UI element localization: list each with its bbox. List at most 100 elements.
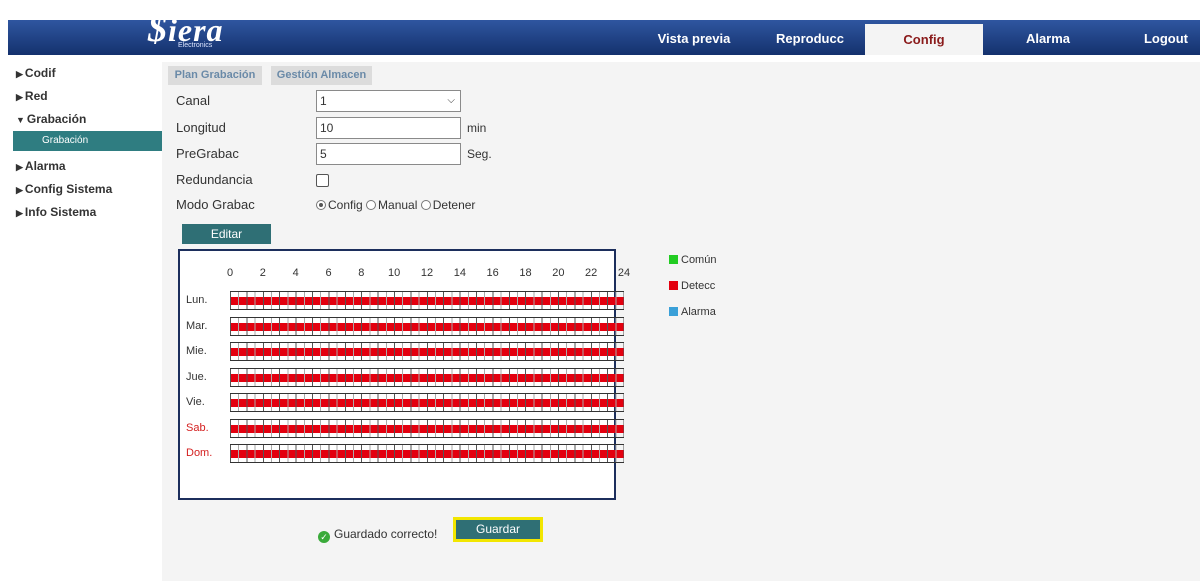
hour-tick-label: 12	[420, 267, 434, 279]
sidebar-item-label: Alarma	[24, 159, 66, 173]
legend-label: Alarma	[681, 306, 716, 318]
sidebar-item-label: Config Sistema	[24, 182, 113, 196]
sidebar-item-info-sistema[interactable]: ▶ Info Sistema	[8, 201, 164, 224]
tab-gestion-almacen[interactable]: Gestión Almacen	[271, 66, 372, 85]
row-grid	[230, 291, 624, 310]
sidebar-item-label: Codif	[24, 66, 56, 80]
radio-selected-icon	[316, 200, 326, 210]
legend-item-alarma: Alarma	[669, 306, 716, 318]
row-grid	[230, 316, 624, 336]
editar-button[interactable]: Editar	[182, 224, 271, 244]
expand-arrow-icon: ▶	[16, 185, 23, 195]
hour-tick-label: 22	[585, 267, 598, 279]
day-label: Sab.	[186, 421, 209, 434]
nav-logout[interactable]: Logout	[1136, 20, 1196, 55]
expand-arrow-icon: ▶	[16, 162, 23, 172]
sidebar-subitem-grabacion[interactable]: Grabación	[13, 131, 164, 151]
schedule-row[interactable]	[230, 367, 624, 387]
radio-detener[interactable]: Detener	[420, 198, 476, 212]
sidebar-item-label: Info Sistema	[24, 205, 97, 219]
schedule-row[interactable]	[230, 444, 624, 463]
legend-swatch	[669, 255, 678, 264]
canal-selected-value: 1	[320, 94, 327, 108]
sidebar-item-config-sistema[interactable]: ▶ Config Sistema	[8, 178, 164, 201]
logo: $iera Electronics	[148, 10, 224, 52]
nav-reproducc[interactable]: Reproducc	[764, 20, 856, 55]
collapse-arrow-icon: ▼	[16, 115, 25, 125]
row-grid	[230, 367, 624, 387]
schedule-grid[interactable]: 0 2 4 6 8 10 12 14 16 18 20 22 24 Lun. Mar. Mie. Jue. Vie…	[178, 249, 630, 500]
sidebar-item-label: Red	[24, 89, 48, 103]
schedule-row[interactable]	[230, 393, 624, 412]
day-label: Lun.	[186, 294, 208, 306]
schedule-row[interactable]	[230, 418, 624, 438]
sidebar-item-grabacion[interactable]: ▼ Grabación	[8, 108, 164, 131]
day-label: Jue.	[186, 370, 207, 383]
longitud-input[interactable]: 10	[316, 117, 461, 139]
day-label: Mie.	[186, 345, 207, 357]
row-grid	[230, 444, 624, 463]
row-grid	[230, 393, 624, 412]
expand-arrow-icon: ▶	[16, 69, 23, 79]
legend-item-comun: Común	[669, 254, 716, 266]
day-label: Mar.	[186, 319, 208, 332]
sidebar-item-label: Grabación	[26, 112, 87, 126]
nav-config[interactable]: Config	[865, 24, 983, 55]
hour-tick-label: 4	[292, 267, 299, 279]
legend-swatch	[669, 281, 678, 290]
content-panel: Plan Grabación Gestión Almacen Canal 1 ⌵…	[162, 62, 1200, 581]
expand-arrow-icon: ▶	[16, 92, 23, 102]
hour-tick-label: 16	[486, 267, 499, 279]
guardar-button[interactable]: Guardar	[456, 520, 540, 539]
row-grid	[230, 418, 624, 438]
hour-tick-label: 18	[519, 267, 532, 279]
brand-subtitle: Electronics	[178, 42, 213, 49]
schedule-row[interactable]	[230, 291, 624, 310]
canal-label: Canal	[176, 93, 210, 108]
nav-alarma[interactable]: Alarma	[998, 20, 1098, 55]
pregrabac-label: PreGrabac	[176, 146, 239, 161]
status-text: Guardado correcto!	[334, 527, 438, 541]
tab-plan-grabacion[interactable]: Plan Grabación	[168, 66, 262, 85]
canal-select[interactable]: 1 ⌵	[316, 90, 461, 112]
radio-label: Detener	[432, 198, 476, 212]
hour-tick-label: 10	[388, 267, 401, 279]
hour-tick-label: 14	[453, 267, 466, 279]
hour-tick-label: 20	[552, 267, 565, 279]
check-circle-icon: ✓	[318, 531, 330, 543]
expand-arrow-icon: ▶	[16, 208, 23, 218]
status-message: ✓ Guardado correcto!	[318, 527, 437, 543]
radio-config[interactable]: Config	[316, 198, 363, 212]
pregrabac-input[interactable]: 5	[316, 143, 461, 165]
legend-label: Común	[681, 254, 717, 266]
sidebar: ▶ Codif ▶ Red ▼ Grabación Grabación ▶ Alarma…	[8, 62, 164, 224]
radio-manual[interactable]: Manual	[366, 198, 417, 212]
row-grid	[230, 342, 624, 361]
schedule-row[interactable]	[230, 342, 624, 361]
hour-tick-label: 6	[325, 267, 332, 279]
day-label: Dom.	[186, 447, 213, 459]
hour-tick-label: 0	[226, 267, 234, 279]
modo-grabac-label: Modo Grabac	[176, 197, 255, 212]
sidebar-item-alarma[interactable]: ▶ Alarma	[8, 155, 164, 178]
redundancia-checkbox[interactable]	[316, 174, 329, 187]
sidebar-item-codif[interactable]: ▶ Codif	[8, 62, 164, 85]
sidebar-item-red[interactable]: ▶ Red	[8, 85, 164, 108]
modo-grabac-radio-group: Config Manual Detener	[316, 198, 475, 212]
radio-empty-icon	[420, 200, 431, 210]
redundancia-label: Redundancia	[176, 172, 253, 187]
schedule-row[interactable]	[230, 316, 624, 336]
legend-item-detecc: Detecc	[669, 280, 715, 292]
hour-tick-label: 24	[617, 267, 631, 279]
save-highlight: Guardar	[453, 517, 543, 542]
nav-vista-previa[interactable]: Vista previa	[644, 20, 744, 55]
hour-tick-label: 2	[259, 267, 266, 279]
radio-label: Config	[328, 198, 363, 212]
legend-swatch	[669, 307, 678, 316]
legend-label: Detecc	[681, 280, 716, 292]
longitud-label: Longitud	[176, 120, 226, 135]
longitud-unit: min	[467, 121, 487, 135]
radio-empty-icon	[366, 200, 377, 210]
pregrabac-unit: Seg.	[467, 147, 492, 161]
chevron-down-icon: ⌵	[447, 95, 455, 106]
